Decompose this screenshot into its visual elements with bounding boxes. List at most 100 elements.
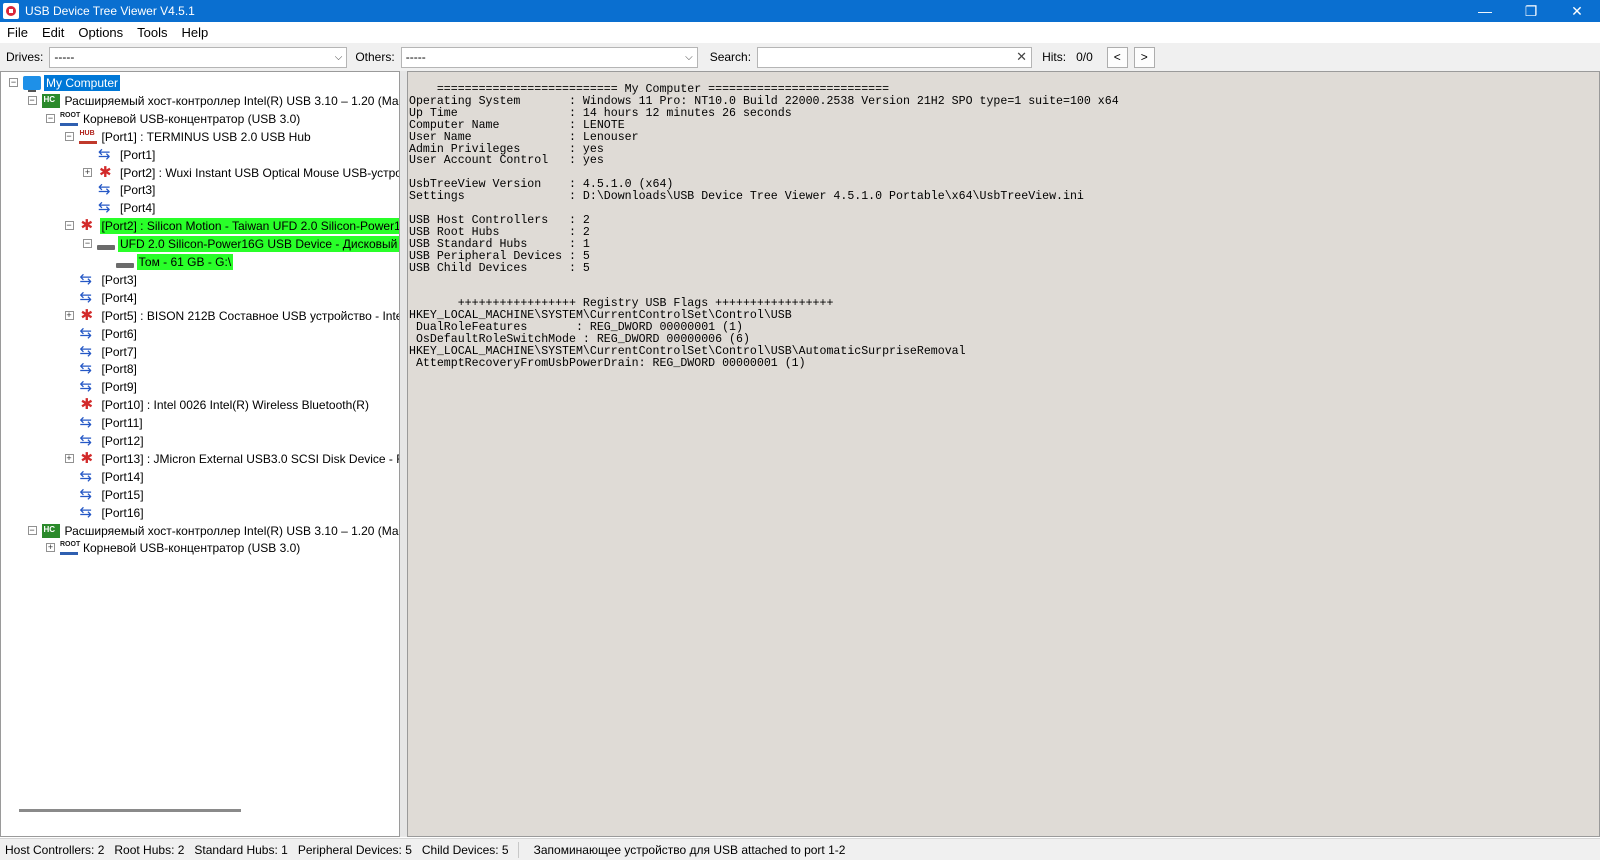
usb-port-icon [97, 145, 115, 163]
tree-node-label: [Port4] [101, 290, 137, 305]
tree-node[interactable]: [Port11] [79, 413, 145, 432]
menu-file[interactable]: File [0, 25, 35, 40]
search-label: Search: [709, 50, 752, 64]
host-controller-icon [41, 523, 60, 538]
tree-node-label: Корневой USB-концентратор (USB 3.0) [83, 111, 301, 126]
tree-expander-icon[interactable]: − [46, 113, 55, 123]
pane-splitter[interactable] [400, 71, 407, 837]
tree-node[interactable]: [Port15] [79, 485, 146, 504]
tree-node[interactable]: [Port4] [97, 198, 157, 217]
tree-node-label: [Port11] [101, 416, 143, 431]
menu-help[interactable]: Help [175, 25, 216, 40]
status-root-hubs: Root Hubs: 2 [114, 842, 185, 857]
tree-node[interactable]: [Port3] [79, 270, 139, 289]
tree-node[interactable]: [Port9] [79, 377, 139, 396]
tree-node-label: [Port4] [120, 201, 156, 216]
tree-node[interactable]: [Port7] [79, 342, 139, 361]
tree-node-label: [Port9] [101, 380, 137, 395]
usb-device-icon [79, 306, 97, 324]
tree-node[interactable]: My Computer [23, 74, 121, 92]
tree-node[interactable]: [Port14] [79, 467, 146, 486]
tree-node-label: [Port3] [120, 183, 156, 198]
tree-node[interactable]: [Port2] : Wuxi Instant USB Optical Mouse… [97, 163, 399, 182]
root-hub-icon [60, 112, 80, 126]
previous-hit-button[interactable]: < [1106, 46, 1128, 68]
tree-node[interactable]: Расширяемый хост-контроллер Intel(R) USB… [41, 92, 399, 110]
tree-node[interactable]: Том - 61 GB - G:\ [115, 253, 234, 271]
tree-node-label: [Port15] [101, 487, 144, 502]
tree-node-label: [Port16] [101, 505, 144, 520]
device-tree[interactable]: −My Computer−Расширяемый хост-контроллер… [0, 71, 400, 837]
tree-expander-icon[interactable]: + [46, 543, 55, 553]
drives-combo-value: ----- [54, 50, 75, 64]
drives-label: Drives: [6, 50, 44, 64]
tree-node-label: Корневой USB-концентратор (USB 3.0) [83, 541, 301, 556]
status-bar: Host Controllers: 2 Root Hubs: 2 Standar… [0, 838, 1600, 860]
usb-device-icon [79, 449, 97, 467]
tree-expander-icon[interactable]: − [27, 95, 37, 105]
usb-port-icon [79, 485, 97, 503]
tree-node[interactable]: [Port4] [79, 288, 139, 307]
tree-node[interactable]: Расширяемый хост-контроллер Intel(R) USB… [41, 522, 399, 540]
tree-expander-icon[interactable]: − [83, 239, 92, 249]
device-info-text: ========================== My Computer =… [409, 83, 1119, 370]
tree-node[interactable]: [Port1] [97, 145, 157, 164]
tree-expander-icon[interactable]: + [83, 167, 92, 177]
menu-edit[interactable]: Edit [35, 25, 71, 40]
search-input[interactable] [762, 50, 1017, 64]
usb-device-icon [79, 216, 97, 234]
minimize-button[interactable]: — [1462, 0, 1508, 22]
tree-expander-icon[interactable]: − [64, 221, 74, 231]
menu-options[interactable]: Options [71, 25, 130, 40]
tree-node-label: [Port5] : BISON 212B Составное USB устро… [101, 308, 400, 323]
tree-node[interactable]: [Port16] [79, 503, 146, 522]
tree-node[interactable]: [Port8] [79, 359, 139, 378]
menu-tools[interactable]: Tools [130, 25, 174, 40]
computer-icon [23, 76, 41, 92]
tree-node[interactable]: [Port10] : Intel 0026 Intel(R) Wireless … [79, 395, 371, 414]
tree-node[interactable]: [Port12] [79, 431, 146, 450]
tree-node[interactable]: Корневой USB-концентратор (USB 3.0) [60, 110, 302, 128]
close-button[interactable]: ✕ [1554, 0, 1600, 22]
tree-node[interactable]: [Port2] : Silicon Motion - Taiwan UFD 2.… [79, 216, 399, 235]
horizontal-scrollbar[interactable] [19, 809, 241, 812]
tree-node-label: [Port7] [101, 344, 137, 359]
drives-combo[interactable]: ----- ⌵ [49, 46, 348, 68]
usb-port-icon [79, 503, 97, 521]
tree-expander-icon[interactable]: − [64, 131, 74, 141]
usb-port-icon [79, 413, 97, 431]
others-combo[interactable]: ----- ⌵ [400, 46, 698, 68]
tree-node[interactable]: [Port1] : TERMINUS USB 2.0 USB Hub [78, 128, 313, 146]
usb-port-icon [79, 342, 97, 360]
clear-search-icon[interactable]: ✕ [1016, 49, 1027, 65]
usb-device-icon [79, 395, 97, 413]
tree-node-label: Том - 61 GB - G:\ [136, 254, 234, 270]
menu-bar: File Edit Options Tools Help [0, 22, 1600, 42]
tree-expander-icon[interactable]: + [64, 453, 74, 463]
others-label: Others: [355, 50, 395, 64]
tree-expander-icon[interactable]: + [64, 310, 74, 320]
tree-node-label: [Port12] [101, 434, 144, 448]
hits-count: 0/0 [1076, 50, 1093, 64]
usb-port-icon [79, 270, 97, 288]
chevron-down-icon: ⌵ [334, 51, 343, 63]
tree-node[interactable]: [Port6] [79, 324, 139, 343]
tree-node[interactable]: [Port13] : JMicron External USB3.0 SCSI … [79, 449, 400, 468]
tree-node[interactable]: UFD 2.0 Silicon-Power16G USB Device - Ди… [97, 235, 399, 253]
tree-node-label: [Port6] [101, 326, 137, 341]
tree-node[interactable]: [Port3] [97, 180, 157, 199]
usb-port-icon [79, 359, 97, 377]
title-bar: USB Device Tree Viewer V4.5.1 — ❐ ✕ [0, 0, 1600, 22]
status-peripheral-devices: Peripheral Devices: 5 [297, 842, 412, 857]
maximize-button[interactable]: ❐ [1508, 0, 1554, 22]
tree-node[interactable]: Корневой USB-концентратор (USB 3.0) [60, 539, 302, 557]
status-divider [517, 841, 519, 858]
next-hit-button[interactable]: > [1133, 46, 1155, 68]
tree-expander-icon[interactable]: − [9, 78, 18, 87]
info-pane: ========================== My Computer =… [407, 71, 1600, 837]
tree-expander-icon[interactable]: − [27, 525, 37, 535]
volume-icon [115, 262, 134, 268]
usb-port-icon [79, 324, 97, 342]
tree-node-label: [Port14] [101, 469, 144, 484]
tree-node[interactable]: [Port5] : BISON 212B Составное USB устро… [79, 306, 400, 325]
